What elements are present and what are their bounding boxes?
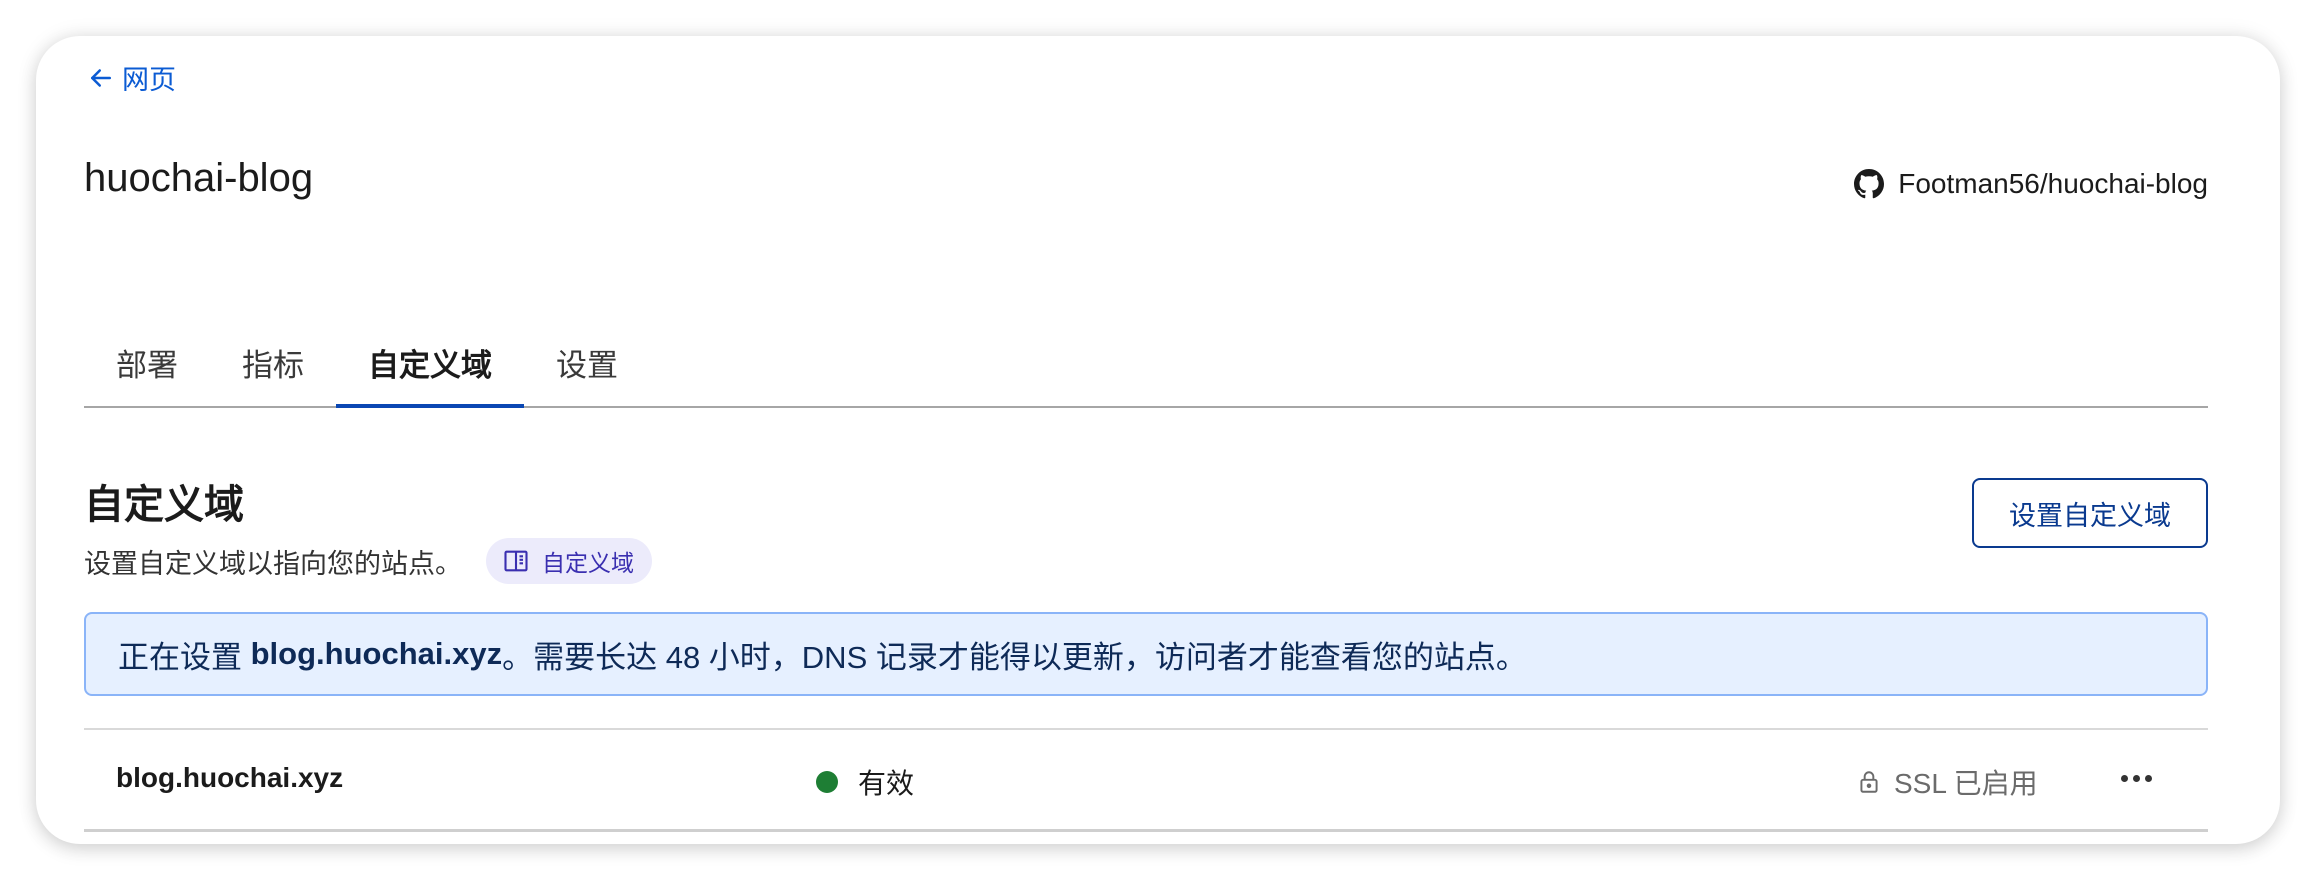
tab-label: 指标 xyxy=(242,348,304,383)
lock-icon xyxy=(1860,771,1878,793)
tab-label: 自定义域 xyxy=(368,348,492,383)
page-title: huochai-blog xyxy=(84,156,314,200)
tab-custom-domains[interactable]: 自定义域 xyxy=(336,326,524,408)
repo-label: Footman56/huochai-blog xyxy=(1898,168,2208,199)
github-icon xyxy=(1854,169,1885,199)
banner-domain: blog.huochai.xyz xyxy=(250,636,503,671)
tab-label: 设置 xyxy=(556,348,618,383)
project-card: 网页 huochai-blog Footman56/huochai-blog 部… xyxy=(36,36,2280,844)
domain-status: 有效 xyxy=(816,762,914,802)
section-title: 自定义域 xyxy=(84,483,244,527)
back-link-label: 网页 xyxy=(122,65,176,95)
docs-link-chip[interactable]: 自定义域 xyxy=(486,538,652,584)
arrow-left-icon xyxy=(91,68,111,87)
tab-metrics[interactable]: 指标 xyxy=(210,326,336,406)
tab-bar: 部署 指标 自定义域 设置 xyxy=(84,326,2208,408)
tab-deployments[interactable]: 部署 xyxy=(84,326,210,406)
domain-name: blog.huochai.xyz xyxy=(116,762,344,793)
domain-row: blog.huochai.xyz 有效 SSL 已启用 xyxy=(84,728,2208,832)
ssl-label: SSL 已启用 xyxy=(1894,768,2038,799)
tab-settings[interactable]: 设置 xyxy=(524,326,650,406)
tab-label: 部署 xyxy=(116,348,178,383)
ssl-status: SSL 已启用 xyxy=(1856,762,2038,802)
docs-link-label: 自定义域 xyxy=(542,550,634,576)
status-label: 有效 xyxy=(858,768,915,799)
setup-custom-domain-button[interactable]: 设置自定义域 xyxy=(1972,478,2208,548)
status-dot-icon xyxy=(816,771,838,793)
section-description-text: 设置自定义域以指向您的站点。 xyxy=(84,548,462,579)
banner-prefix: 正在设置 xyxy=(118,639,251,675)
book-icon xyxy=(504,550,528,572)
section-description: 设置自定义域以指向您的站点。 自定义域 xyxy=(84,538,652,584)
repo-link[interactable]: Footman56/huochai-blog xyxy=(1854,168,2208,200)
back-link[interactable]: 网页 xyxy=(86,58,176,97)
more-options-icon[interactable] xyxy=(2116,758,2156,798)
info-banner: 正在设置 blog.huochai.xyz 。需要长达 48 小时，DNS 记录才… xyxy=(84,612,2208,696)
banner-suffix: 。需要长达 48 小时，DNS 记录才能得以更新，访问者才能查看您的站点。 xyxy=(502,639,1527,675)
